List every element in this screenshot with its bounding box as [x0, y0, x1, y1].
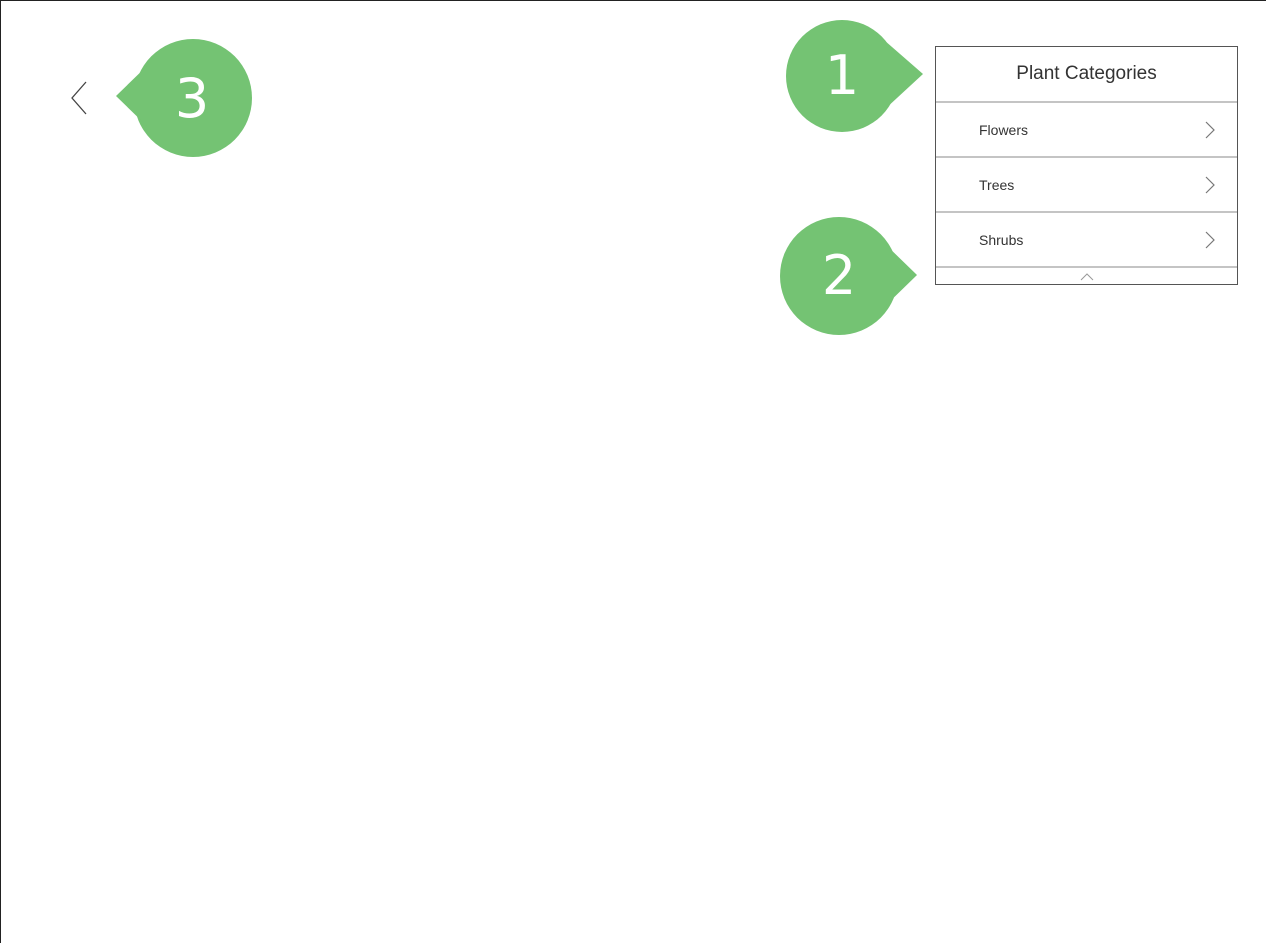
- callout-badge-2: 2: [778, 217, 918, 335]
- chevron-left-icon[interactable]: [64, 79, 94, 117]
- callout-number: 2: [821, 244, 857, 307]
- callout-badge-1: 1: [786, 20, 926, 132]
- category-label: Flowers: [979, 121, 1029, 138]
- chevron-up-icon: [1080, 273, 1093, 281]
- category-item-shrubs[interactable]: Shrubs: [936, 213, 1237, 268]
- category-label: Shrubs: [979, 231, 1024, 248]
- chevron-right-icon: [1205, 231, 1215, 248]
- callout-badge-3: 3: [114, 39, 256, 159]
- category-label: Trees: [979, 176, 1015, 193]
- callout-number: 1: [824, 44, 860, 107]
- chevron-right-icon: [1205, 121, 1215, 138]
- scroll-up-button[interactable]: [936, 268, 1237, 284]
- panel-title: Plant Categories: [936, 47, 1237, 103]
- callout-number: 3: [174, 67, 210, 130]
- plant-categories-panel: Plant Categories Flowers Trees Shrubs: [935, 46, 1238, 285]
- category-item-trees[interactable]: Trees: [936, 158, 1237, 213]
- chevron-right-icon: [1205, 176, 1215, 193]
- category-item-flowers[interactable]: Flowers: [936, 103, 1237, 158]
